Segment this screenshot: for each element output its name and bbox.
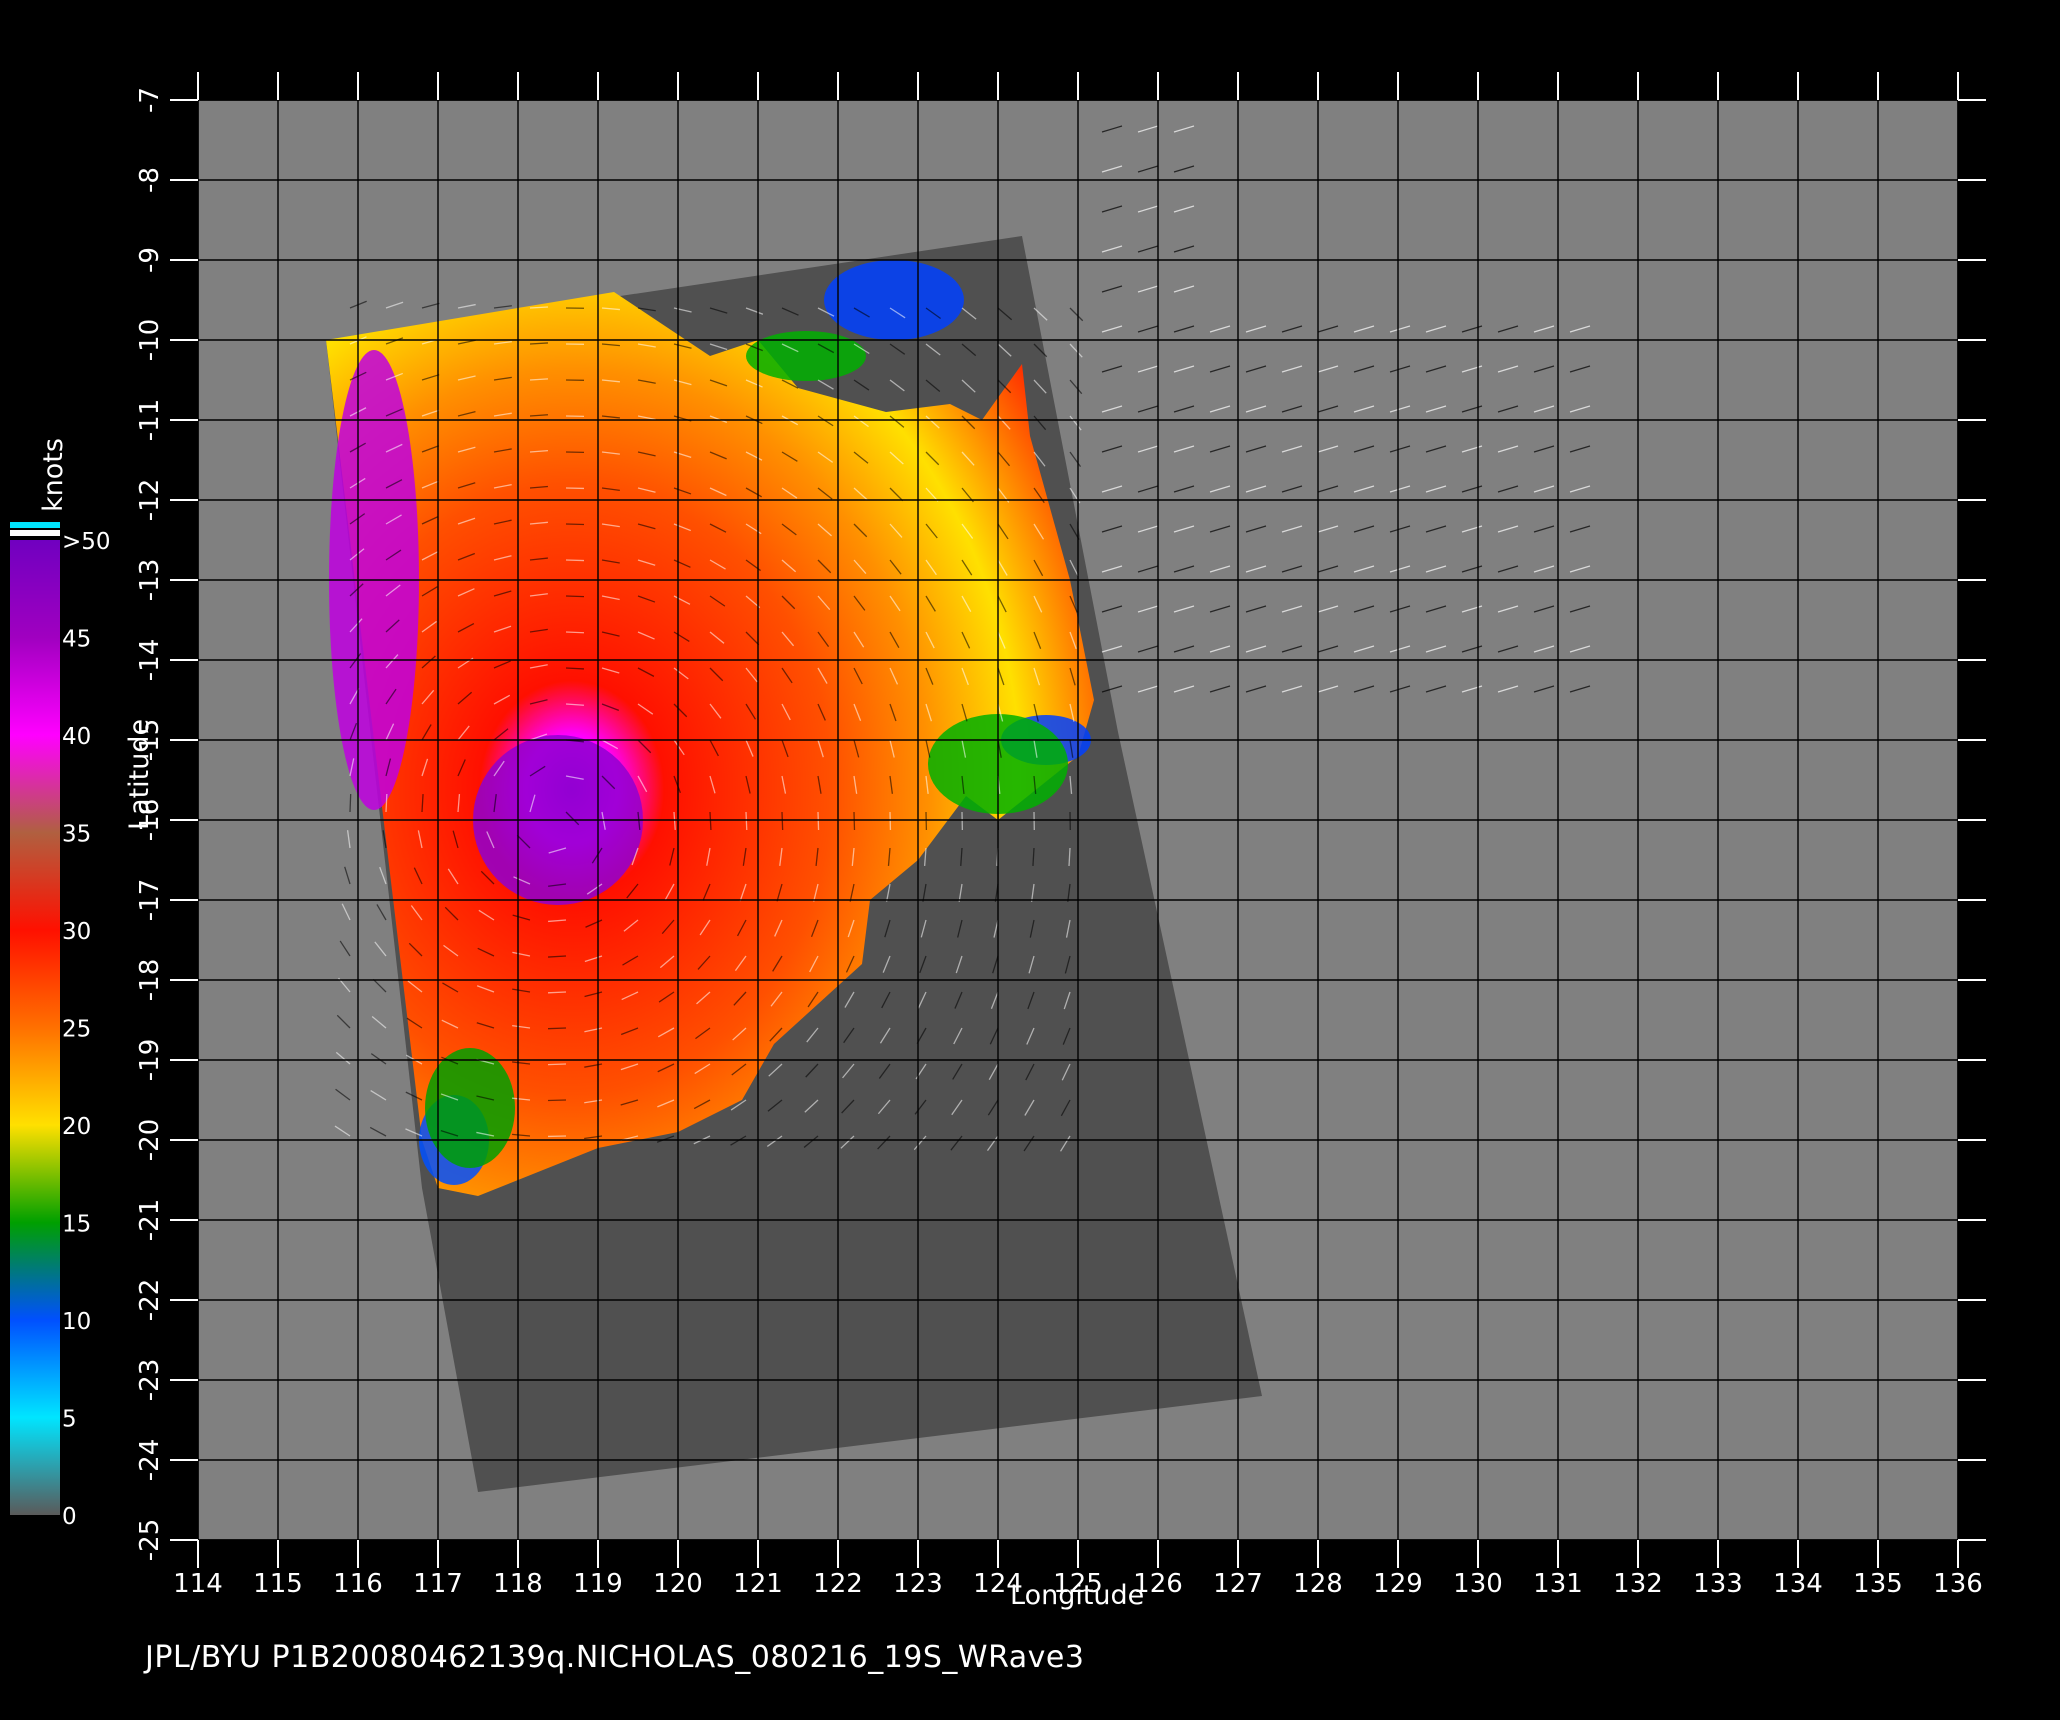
x-tick-label: 132 [1613,1569,1663,1599]
x-axis-title: Longitude [1010,1580,1145,1611]
wind-barb [349,793,352,813]
colorbar-label: 0 [62,1504,77,1530]
colorbar-segment [10,930,60,1028]
x-tick-label: 127 [1213,1569,1263,1599]
x-tick-label: 115 [253,1569,303,1599]
colorbar-label: 40 [62,724,91,750]
colorbar-label: 10 [62,1309,91,1335]
x-tick-label: 129 [1373,1569,1423,1599]
colorbar-cap [10,522,60,528]
colorbar-label: 15 [62,1212,91,1238]
wind-barb [565,631,585,634]
colorbar-segment [10,735,60,833]
wind-barb [781,811,784,831]
x-tick-label: 123 [893,1569,943,1599]
x-tick-label: 118 [493,1569,543,1599]
x-tick-label: 114 [173,1569,223,1599]
colorbar-segment [10,1222,60,1320]
y-tick-label: -22 [135,1279,165,1321]
x-tick-label: 120 [653,1569,703,1599]
colorbar-units: knots [38,438,69,512]
colorbar-label: 5 [62,1407,77,1433]
y-tick-label: -12 [135,479,165,521]
x-tick-label: 122 [813,1569,863,1599]
colorbar-cap [10,530,60,536]
colorbar-segment [10,1320,60,1418]
y-tick-label: -21 [135,1199,165,1241]
x-tick-label: 134 [1773,1569,1823,1599]
y-tick-label: -8 [135,167,165,193]
wind-barb [547,1027,567,1030]
wind-barb [745,811,748,831]
plot-stage: 114 115 116 117 118 119 120 121 122 123 124 125 126 1… [0,0,2060,1720]
x-tick-label: 116 [333,1569,383,1599]
x-tick-label: 121 [733,1569,783,1599]
y-tick-label: -17 [135,879,165,921]
colorbar-label: 25 [62,1017,91,1043]
wind-barb [817,811,820,831]
colorbar-segment [10,1125,60,1223]
wind-barb [565,559,585,562]
y-tick-label: -23 [135,1359,165,1401]
x-tick-label: 135 [1853,1569,1903,1599]
colorbar-label: >50 [62,529,111,555]
wind-barb [385,793,388,813]
low-wind-patch-north [824,260,964,340]
x-tick-label: 131 [1533,1569,1583,1599]
x-tick-label: 117 [413,1569,463,1599]
y-tick-label: -13 [135,559,165,601]
y-tick-label: -10 [135,319,165,361]
y-tick-label: -19 [135,1039,165,1081]
y-tick-label: -9 [135,247,165,273]
y-tick-label: -18 [135,959,165,1001]
x-tick-label: 128 [1293,1569,1343,1599]
y-tick-label: -11 [135,399,165,441]
y-axis-title: Latitude [124,718,155,830]
colorbar-segment [10,637,60,735]
wind-map: 114 115 116 117 118 119 120 121 122 123 124 125 126 1… [10,72,1986,1599]
colorbar-label: 30 [62,919,91,945]
x-tick-label: 130 [1453,1569,1503,1599]
colorbar-segment [10,540,60,638]
y-tick-label: -24 [135,1439,165,1481]
y-tick-label: -7 [135,87,165,113]
wind-barb [547,1063,567,1066]
y-tick-label: -14 [135,639,165,681]
colorbar-label: 20 [62,1114,91,1140]
colorbar-label: 45 [62,627,91,653]
colorbar-segment [10,832,60,930]
x-tick-label: 119 [573,1569,623,1599]
wind-barb [547,991,567,994]
y-tick-label: -25 [135,1519,165,1561]
green-patch-north [746,331,866,381]
wind-barb [565,595,585,598]
colorbar-label: 35 [62,822,91,848]
wind-barb [547,1099,567,1102]
x-tick-label: 136 [1933,1569,1983,1599]
y-tick-label: -20 [135,1119,165,1161]
colorbar-segment [10,1417,60,1515]
x-tick-label: 133 [1693,1569,1743,1599]
colorbar-segment [10,1027,60,1125]
figure-title: JPL/BYU P1B20080462139q.NICHOLAS_080216_… [145,1640,1085,1675]
